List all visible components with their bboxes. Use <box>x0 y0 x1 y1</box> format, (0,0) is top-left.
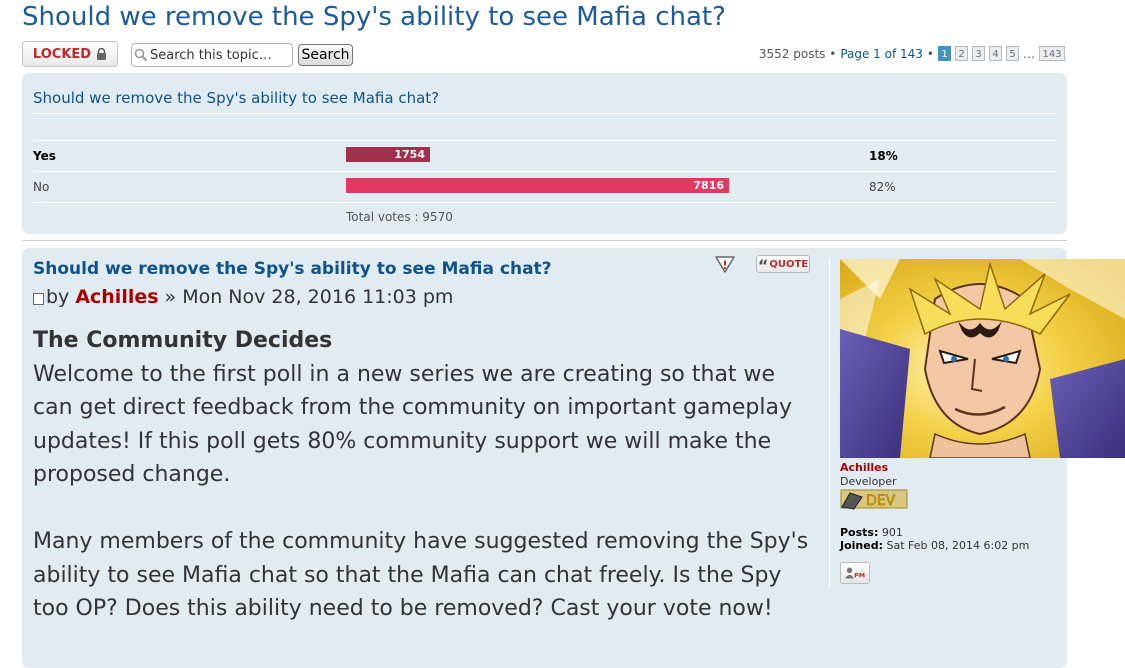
post-panel: Should we remove the Spy's ability to se… <box>22 248 1125 668</box>
post-heading: The Community Decides <box>33 328 333 353</box>
quote-icon: “ <box>757 256 769 275</box>
poll-total-votes: Total votes : 9570 <box>346 210 453 224</box>
dev-badge-text: DEV <box>866 493 896 509</box>
page-ellipsis: … <box>1023 46 1035 61</box>
pm-icon[interactable]: PM <box>840 562 870 584</box>
poll-option-no: No 7816 82% <box>33 172 1056 202</box>
poll-bar-yes: 1754 <box>346 147 430 162</box>
topic-title[interactable]: Should we remove the Spy's ability to se… <box>22 2 726 32</box>
search-box <box>131 43 293 67</box>
profile-rank: Developer <box>840 475 897 488</box>
posts-value[interactable]: 901 <box>882 526 903 539</box>
search-input[interactable] <box>148 47 288 63</box>
poll-divider <box>33 202 1056 203</box>
poll-bar-no: 7816 <box>346 178 729 193</box>
poll-panel: Should we remove the Spy's ability to se… <box>22 73 1067 234</box>
post-title[interactable]: Should we remove the Spy's ability to se… <box>33 259 552 279</box>
post-by: by <box>46 286 70 308</box>
poll-option-label: Yes <box>33 149 56 163</box>
poll-option-percent: 82% <box>869 180 896 194</box>
avatar-image[interactable] <box>840 259 1125 458</box>
page-3-button[interactable]: 3 <box>972 46 985 61</box>
post-meta: by Achilles » Mon Nov 28, 2016 11:03 pm <box>33 286 453 308</box>
dev-rank-badge: DEV <box>840 489 908 510</box>
search-button[interactable]: Search <box>298 44 353 66</box>
page-5-button[interactable]: 5 <box>1006 46 1019 61</box>
poll-option-yes: Yes 1754 18% <box>33 141 1056 171</box>
joined-label: Joined: <box>840 539 883 552</box>
locked-label: LOCKED <box>32 46 92 62</box>
poll-divider <box>33 113 1056 114</box>
page-4-button[interactable]: 4 <box>989 46 1002 61</box>
joined-value: Sat Feb 08, 2014 6:02 pm <box>886 539 1030 552</box>
pagination: 3552 posts • Page 1 of 143 • 1 2 3 4 5 …… <box>759 46 1065 61</box>
poll-option-label: No <box>33 180 50 194</box>
page-1-button: 1 <box>938 46 951 61</box>
profile-divider <box>829 258 830 588</box>
page-label[interactable]: Page 1 of 143 <box>840 47 923 61</box>
quote-button[interactable]: “ QUOTE <box>756 255 810 275</box>
report-icon[interactable] <box>714 254 736 274</box>
locked-button[interactable]: LOCKED <box>22 41 118 67</box>
page-separator: • <box>926 46 934 61</box>
post-date: » Mon Nov 28, 2016 11:03 pm <box>164 286 454 308</box>
post-count: 3552 posts • <box>758 46 837 61</box>
poll-option-percent: 18% <box>869 149 898 163</box>
page-2-button[interactable]: 2 <box>955 46 968 61</box>
pm-label: PM <box>854 573 865 580</box>
page-last-button[interactable]: 143 <box>1039 46 1065 61</box>
section-divider <box>22 240 1067 241</box>
post-paragraph: Many members of the community have sugge… <box>33 529 809 621</box>
search-icon <box>134 48 148 62</box>
post-author-link[interactable]: Achilles <box>75 286 158 308</box>
lock-icon <box>97 48 107 60</box>
poll-title: Should we remove the Spy's ability to se… <box>33 89 440 107</box>
posts-label: Posts: <box>840 526 879 539</box>
post-paragraph: Welcome to the first poll in a new serie… <box>33 361 792 488</box>
post-body: The Community Decides Welcome to the fir… <box>33 324 813 626</box>
profile-name[interactable]: Achilles <box>840 461 888 474</box>
profile-stats: Posts: 901 Joined: Sat Feb 08, 2014 6:02… <box>840 526 1029 552</box>
post-icon[interactable] <box>33 292 44 305</box>
quote-label: QUOTE <box>769 258 809 270</box>
